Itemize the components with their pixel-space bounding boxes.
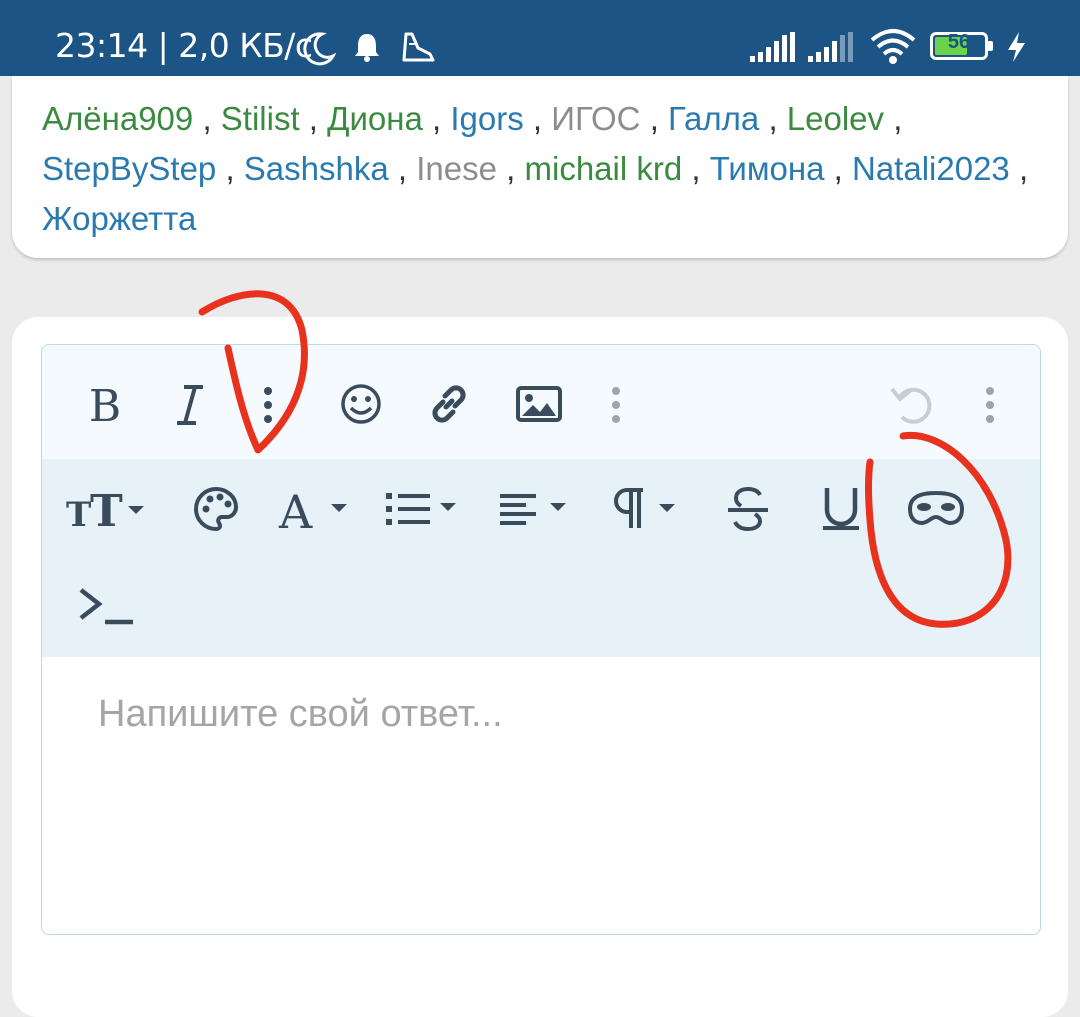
palette-icon: [194, 486, 238, 532]
more-formatting-button[interactable]: [250, 375, 286, 435]
underline-icon: [823, 488, 859, 530]
users-list: Алёна909 , Stilist , Диона , Igors , ИГО…: [42, 94, 1032, 244]
paragraph-icon: [614, 488, 675, 528]
more-vertical-icon: [986, 387, 994, 423]
user-separator: ,: [691, 150, 701, 187]
user-separator: ,: [432, 100, 442, 137]
user-link[interactable]: Жоржетта: [42, 200, 196, 237]
image-icon: [516, 386, 562, 422]
status-time: 23:14 | 2,0 КБ/с: [55, 26, 313, 65]
text-size-icon: T T: [66, 486, 144, 532]
user-link[interactable]: Leolev: [787, 100, 884, 137]
user-link[interactable]: Sashshka: [244, 150, 389, 187]
bold-button[interactable]: B: [80, 375, 130, 435]
editor-toolbar-secondary: T T A: [42, 459, 1040, 657]
users-card: Алёна909 , Stilist , Диона , Igors , ИГО…: [12, 76, 1068, 258]
user-separator: ,: [532, 100, 543, 137]
italic-button[interactable]: [164, 375, 214, 435]
more-options-button[interactable]: [972, 375, 1008, 435]
undo-icon: [890, 387, 932, 424]
user-separator: ,: [649, 100, 659, 137]
user-separator: ,: [768, 100, 778, 137]
user-link[interactable]: Igors: [450, 100, 523, 137]
user-link[interactable]: Тимона: [710, 150, 825, 187]
svg-text:T: T: [66, 495, 91, 532]
user-link[interactable]: Диона: [327, 100, 423, 137]
user-link[interactable]: ИГОС: [551, 100, 640, 137]
reply-editor: B T T A Напишите свой ответ...: [41, 344, 1041, 935]
user-link[interactable]: Галла: [668, 100, 759, 137]
emoji-button[interactable]: [336, 379, 386, 429]
user-separator: ,: [397, 150, 408, 187]
list-button[interactable]: [382, 485, 466, 533]
shoe-icon: [402, 32, 435, 62]
code-terminal-icon: [79, 588, 133, 625]
italic-icon: [177, 385, 203, 425]
user-separator: ,: [833, 150, 843, 187]
user-link[interactable]: michail krd: [525, 150, 683, 187]
user-link[interactable]: Inese: [416, 150, 497, 187]
svg-text:A: A: [278, 485, 313, 534]
more-insert-button[interactable]: [598, 375, 634, 435]
user-separator: ,: [506, 150, 516, 187]
status-bar: 23:14 | 2,0 КБ/с 56: [0, 0, 1080, 76]
link-button[interactable]: [424, 379, 474, 429]
smile-icon: [341, 384, 381, 424]
user-link[interactable]: Natali2023: [852, 150, 1010, 187]
signal-icon-2: [808, 32, 853, 62]
user-separator: ,: [893, 100, 903, 137]
more-vertical-icon: [612, 387, 620, 423]
svg-text:T: T: [90, 486, 123, 532]
spoiler-mask-icon: [907, 490, 965, 526]
bold-icon: B: [89, 381, 121, 429]
link-icon: [432, 385, 466, 423]
spoiler-button[interactable]: [904, 487, 968, 531]
more-vertical-icon: [264, 387, 272, 423]
font-color-button[interactable]: A: [276, 481, 356, 537]
user-separator: ,: [202, 100, 212, 137]
text-size-button[interactable]: T T: [62, 481, 152, 537]
user-link[interactable]: Stilist: [221, 100, 300, 137]
moon-icon: [303, 32, 336, 66]
bell-icon: [355, 34, 379, 62]
charging-icon: [1008, 32, 1025, 62]
svg-text:B: B: [89, 381, 121, 429]
paragraph-button[interactable]: [608, 481, 684, 537]
wifi-icon: [870, 29, 916, 64]
editor-toolbar-primary: B: [42, 345, 1040, 459]
user-separator: ,: [308, 100, 318, 137]
user-link[interactable]: Алёна909: [42, 100, 193, 137]
font-color-icon: A: [278, 485, 347, 534]
align-button[interactable]: [496, 485, 580, 533]
strikethrough-icon: [728, 486, 768, 532]
strikethrough-button[interactable]: [722, 483, 774, 535]
reply-placeholder: Напишите свой ответ...: [98, 693, 503, 735]
color-palette-button[interactable]: [190, 483, 242, 535]
user-link[interactable]: StepByStep: [42, 150, 216, 187]
underline-button[interactable]: [816, 481, 866, 537]
list-icon: [386, 493, 456, 525]
undo-button[interactable]: [884, 381, 940, 431]
signal-icon: [750, 32, 795, 62]
code-button[interactable]: [76, 581, 138, 633]
image-button[interactable]: [512, 381, 566, 427]
align-icon: [500, 494, 566, 525]
user-separator: ,: [1018, 150, 1029, 187]
battery-icon: 56: [930, 31, 993, 60]
user-separator: ,: [225, 150, 235, 187]
